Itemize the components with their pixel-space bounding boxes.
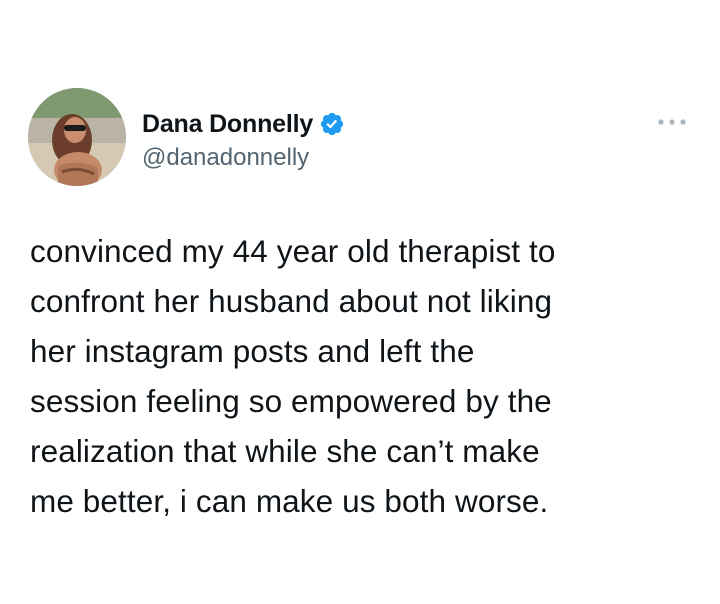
verified-badge-icon <box>319 111 345 137</box>
tweet-text: convinced my 44 year old therapist to co… <box>30 233 556 519</box>
tweet-card: Dana Donnelly @danadonnelly convinced my… <box>0 0 720 604</box>
author-name-row: Dana Donnelly <box>142 107 345 141</box>
author-handle[interactable]: @danadonnelly <box>142 142 309 174</box>
author-display-name[interactable]: Dana Donnelly <box>142 107 313 141</box>
more-options-button[interactable] <box>652 110 692 134</box>
more-horizontal-icon <box>658 119 686 125</box>
avatar-photo <box>28 88 126 186</box>
avatar[interactable] <box>28 88 126 186</box>
